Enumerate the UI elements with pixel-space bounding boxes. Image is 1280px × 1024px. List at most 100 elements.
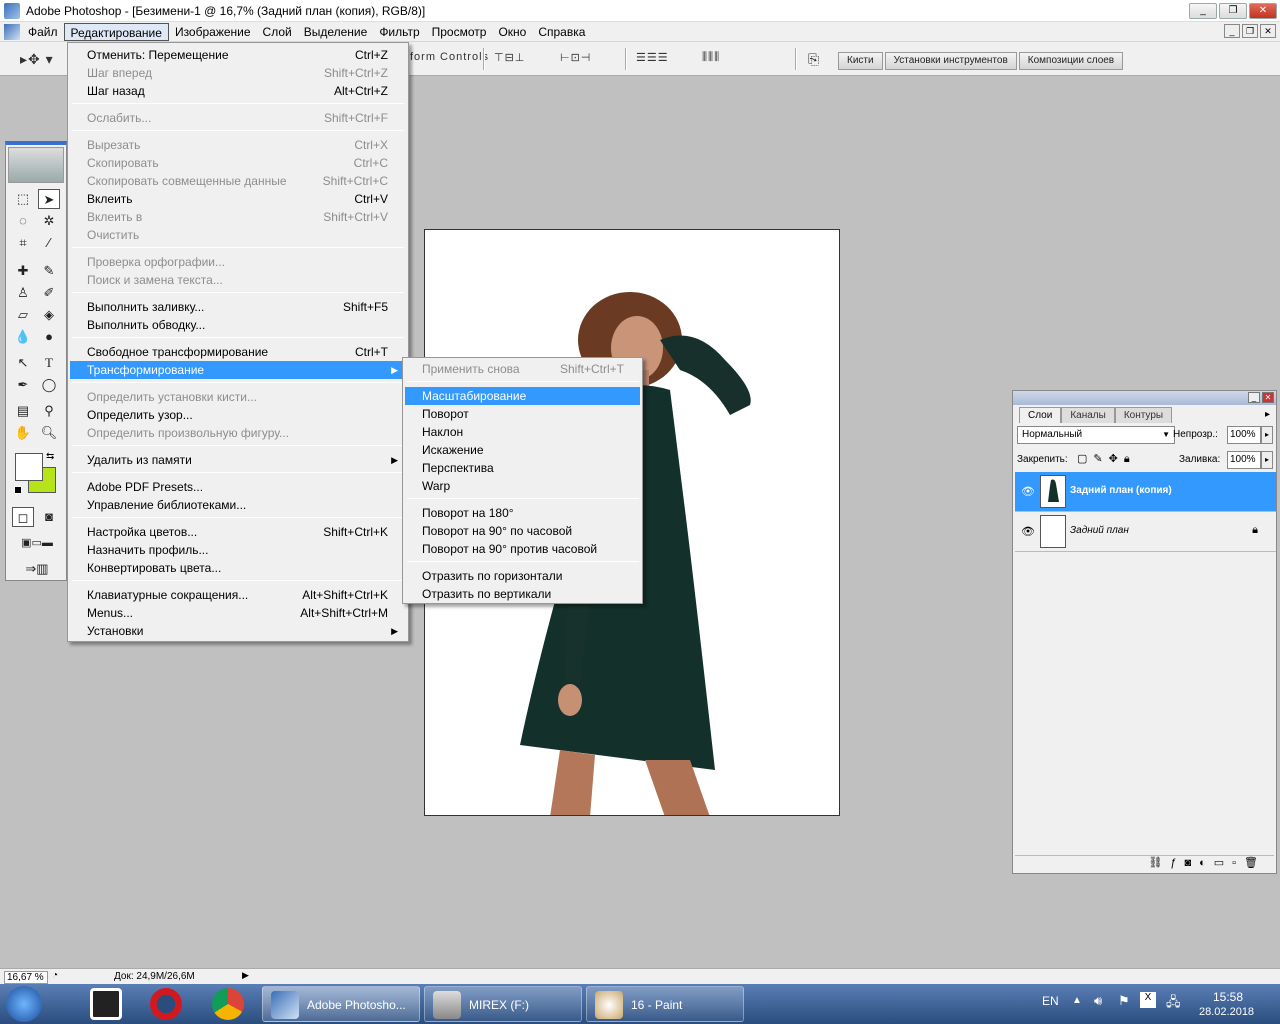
align-horizontal-icons[interactable]: ⊢⊡⊣ [560,51,591,67]
edit-menu-item-paste[interactable]: Вклеить Ctrl+V [70,190,406,208]
visibility-eye-icon[interactable]: 👁︎ [1021,525,1035,538]
healing-brush-icon[interactable]: ✚ [12,261,34,281]
transform-item-warp[interactable]: Warp [405,477,640,495]
align-icons[interactable]: ⊤⊟⊥ [494,51,525,67]
crop-tool-icon[interactable]: ⌗ [12,233,34,253]
tab-layers[interactable]: Слои [1019,407,1062,423]
transform-controls-label[interactable]: form Controls [410,51,489,67]
layers-panel-footer-icons[interactable]: ⛓ƒ◙◐▭▫🗑︎ [1015,855,1274,871]
distribute-vertical-icons[interactable]: ☰☰☰ [636,51,669,67]
panel-close-button[interactable]: ✕ [1262,392,1274,403]
opacity-slider-arrow[interactable]: ▸ [1261,426,1273,444]
edit-menu-item-transform[interactable]: Трансформирование ▶ [70,361,406,379]
transform-item-rotate-90-cw[interactable]: Поворот на 90° по часовой [405,522,640,540]
menu-file[interactable]: Файл [22,23,64,41]
tab-channels[interactable]: Каналы [1061,407,1115,423]
edit-menu-item-menus[interactable]: Menus... Alt+Shift+Ctrl+M [70,604,406,622]
edit-menu-item-pdf-presets[interactable]: Adobe PDF Presets... [70,478,406,496]
well-tab-layer-comps[interactable]: Композиции слоев [1018,52,1124,70]
slice-tool-icon[interactable]: ⁄ [38,233,60,253]
clock-time[interactable]: 15:58 [1213,990,1243,1004]
network-icon[interactable]: 🖧 [1166,993,1181,1015]
edit-menu-item-assign-profile[interactable]: Назначить профиль... [70,541,406,559]
move-tool-icon[interactable]: ➤ [38,189,60,209]
well-tab-brushes[interactable]: Кисти [838,52,883,70]
fill-input[interactable]: 100% [1227,451,1261,469]
magic-wand-icon[interactable]: ✲ [38,211,60,231]
hand-tool-icon[interactable]: ✋ [12,423,34,443]
video-app-icon[interactable] [90,988,122,1020]
brush-tool-icon[interactable]: ✎ [38,261,60,281]
minimize-button[interactable]: _ [1189,3,1217,19]
start-button-icon[interactable] [6,986,42,1022]
panel-minimize-button[interactable]: _ [1248,392,1260,403]
chrome-icon[interactable] [212,988,244,1020]
history-brush-icon[interactable]: ✐ [38,283,60,303]
screen-mode-icons[interactable]: ▣▭▬ [8,533,66,553]
layer-row-background-copy[interactable]: 👁︎ Задний план (копия) [1015,472,1276,512]
default-colors-icon[interactable] [14,486,22,494]
tray-app-icon[interactable]: X [1140,992,1156,1008]
marquee-tool-icon[interactable]: ⬚ [12,189,34,209]
blend-mode-select[interactable]: Нормальный ▼ [1017,426,1175,444]
swap-colors-icon[interactable]: ⇆ [46,451,54,462]
file-browser-icon[interactable]: ⎘ [808,51,820,67]
maximize-button[interactable]: ❐ [1219,3,1247,19]
close-button[interactable]: ✕ [1249,3,1277,19]
edit-menu-item-preferences[interactable]: Установки ▶ [70,622,406,640]
jump-to-imageready-icon[interactable]: ⇒▥ [12,559,62,579]
clone-stamp-icon[interactable]: ♙ [12,283,34,303]
language-indicator[interactable]: EN [1042,994,1059,1008]
doc-minimize-button[interactable]: _ [1224,24,1240,38]
menu-layer[interactable]: Слой [257,23,298,41]
edit-menu-item-step-backward[interactable]: Шаг назад Alt+Ctrl+Z [70,82,406,100]
doc-restore-button[interactable]: ❐ [1242,24,1258,38]
menu-help[interactable]: Справка [532,23,591,41]
clock-date[interactable]: 28.02.2018 [1199,1006,1254,1018]
taskbar-button-paint[interactable]: 16 - Paint [586,986,744,1022]
layer-row-background[interactable]: 👁︎ Задний план 🔒︎ [1015,512,1276,552]
transform-item-flip-vertical[interactable]: Отразить по вертикали [405,585,640,603]
transform-item-rotate-90-ccw[interactable]: Поворот на 90° против часовой [405,540,640,558]
opacity-input[interactable]: 100% [1227,426,1261,444]
taskbar-button-mirex[interactable]: MIREX (F:) [424,986,582,1022]
standard-mode-icon[interactable]: ◻ [12,507,34,527]
menu-filter[interactable]: Фильтр [373,23,425,41]
eyedropper-icon[interactable]: ⚲ [38,401,60,421]
lock-icons[interactable]: ▢✎✥🔒︎ [1077,452,1136,466]
edit-menu-item-color-settings[interactable]: Настройка цветов... Shift+Ctrl+K [70,523,406,541]
menu-window[interactable]: Окно [492,23,532,41]
zoom-tool-icon[interactable]: 🔍︎ [38,423,60,443]
volume-icon[interactable]: 🔊︎ [1094,993,1102,1009]
taskbar-button-photoshop[interactable]: Adobe Photosho... [262,986,420,1022]
edit-menu-item-purge[interactable]: Удалить из памяти ▶ [70,451,406,469]
quick-mask-icon[interactable]: ◙ [38,507,60,527]
zoom-level[interactable]: 16,67 % [4,971,48,984]
menu-select[interactable]: Выделение [298,23,374,41]
eraser-tool-icon[interactable]: ▱ [12,305,34,325]
opera-icon[interactable] [150,988,182,1020]
layers-panel-titlebar[interactable]: _ ✕ [1013,391,1276,405]
well-tab-tool-presets[interactable]: Установки инструментов [884,52,1017,70]
path-selection-icon[interactable]: ↖ [12,353,34,373]
edit-menu-item-stroke[interactable]: Выполнить обводку... [70,316,406,334]
notes-tool-icon[interactable]: ▤ [12,401,34,421]
pen-tool-icon[interactable]: ✒ [12,375,34,395]
tab-paths[interactable]: Контуры [1114,407,1173,423]
status-info-icon[interactable]: ◔ [52,970,58,981]
move-tool-preset-icon[interactable]: ▸✥ ▾ [20,51,54,67]
dodge-tool-icon[interactable]: ● [38,327,60,347]
panel-menu-icon[interactable]: ▸ [1265,409,1270,420]
tray-expand-icon[interactable]: ▲ [1072,995,1082,1006]
layer-name[interactable]: Задний план [1070,525,1129,536]
action-center-flag-icon[interactable]: ⚑ [1118,993,1130,1009]
paint-bucket-icon[interactable]: ◈ [38,305,60,325]
transform-item-scale[interactable]: Масштабирование [405,387,640,405]
fill-slider-arrow[interactable]: ▸ [1261,451,1273,469]
doc-close-button[interactable]: ✕ [1260,24,1276,38]
transform-item-rotate[interactable]: Поворот [405,405,640,423]
menu-edit[interactable]: Редактирование [63,22,169,41]
menu-image[interactable]: Изображение [169,23,257,41]
transform-item-flip-horizontal[interactable]: Отразить по горизонтали [405,567,640,585]
menu-view[interactable]: Просмотр [426,23,493,41]
